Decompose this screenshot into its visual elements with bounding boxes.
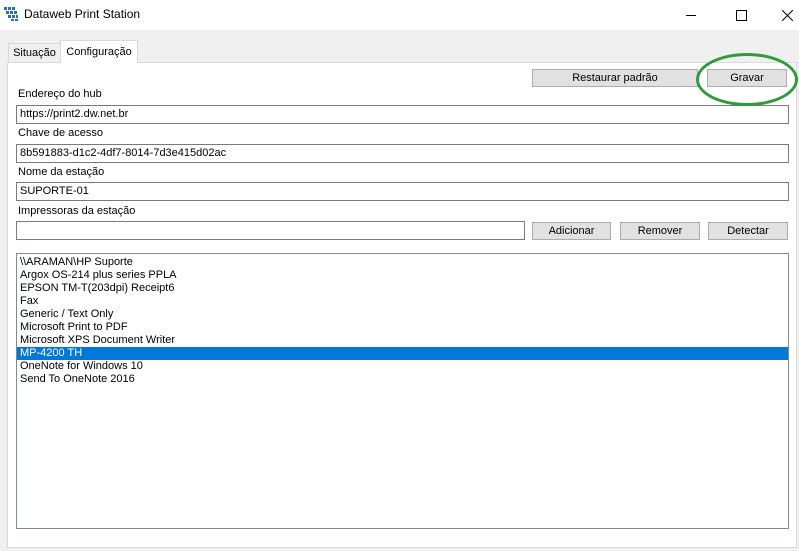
hub-address-label: Endereço do hub [18, 88, 102, 100]
minimize-button[interactable] [668, 0, 714, 30]
tab-configuracao[interactable]: Configuração [60, 40, 138, 63]
save-button[interactable]: Gravar [707, 69, 787, 87]
tab-situacao[interactable]: Situação [8, 43, 61, 62]
station-printers-label: Impressoras da estação [18, 205, 136, 217]
close-button[interactable] [764, 0, 799, 30]
title-bar: Dataweb Print Station [0, 0, 799, 30]
list-item[interactable]: Generic / Text Only [17, 308, 788, 321]
hub-address-field[interactable]: https://print2.dw.net.br [16, 105, 789, 124]
remove-printer-button[interactable]: Remover [620, 222, 700, 240]
station-name-field[interactable]: SUPORTE-01 [16, 182, 789, 201]
printer-list[interactable]: \\ARAMAN\HP Suporte Argox OS-214 plus se… [16, 253, 789, 529]
list-item[interactable]: Microsoft Print to PDF [17, 321, 788, 334]
list-item[interactable]: OneNote for Windows 10 [17, 360, 788, 373]
detect-printers-button[interactable]: Detectar [708, 222, 788, 240]
app-logo-icon [4, 7, 18, 21]
minimize-icon [685, 14, 696, 16]
list-item-selected[interactable]: MP-4200 TH [17, 347, 788, 360]
maximize-button[interactable] [718, 0, 764, 30]
access-key-field[interactable]: 8b591883-d1c2-4df7-8014-7d3e415d02ac [16, 144, 789, 163]
list-item[interactable]: \\ARAMAN\HP Suporte [17, 256, 788, 269]
list-item[interactable]: Fax [17, 295, 788, 308]
window-title: Dataweb Print Station [24, 7, 141, 21]
restore-defaults-button[interactable]: Restaurar padrão [532, 69, 698, 87]
close-icon [781, 9, 793, 21]
station-name-label: Nome da estação [18, 166, 105, 178]
list-item[interactable]: Send To OneNote 2016 [17, 373, 788, 386]
access-key-label: Chave de acesso [18, 127, 103, 139]
printer-name-field[interactable] [16, 221, 525, 240]
add-printer-button[interactable]: Adicionar [532, 222, 611, 240]
list-item[interactable]: EPSON TM-T(203dpi) Receipt6 [17, 282, 788, 295]
maximize-icon [735, 9, 747, 21]
list-item[interactable]: Microsoft XPS Document Writer [17, 334, 788, 347]
list-item[interactable]: Argox OS-214 plus series PPLA [17, 269, 788, 282]
